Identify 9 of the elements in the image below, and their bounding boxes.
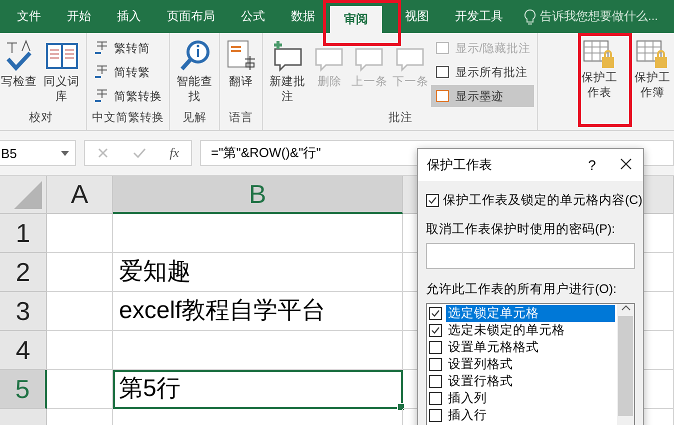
group-label: 见解 — [182, 112, 207, 124]
checkbox-label: 保护工作表及锁定的单元格内容(C) — [443, 192, 642, 208]
group-label: 批注 — [388, 112, 412, 124]
group-label: 语言 — [229, 112, 254, 124]
group-label: 校对 — [29, 112, 54, 124]
permissions-label: 允许此工作表的所有用户进行(O): — [426, 281, 618, 298]
group-label: 中文简繁转换 — [92, 112, 164, 124]
password-label: 取消工作表保护时使用的密码(P): — [426, 221, 616, 238]
dialog-title: 保护工作表 — [427, 156, 493, 174]
